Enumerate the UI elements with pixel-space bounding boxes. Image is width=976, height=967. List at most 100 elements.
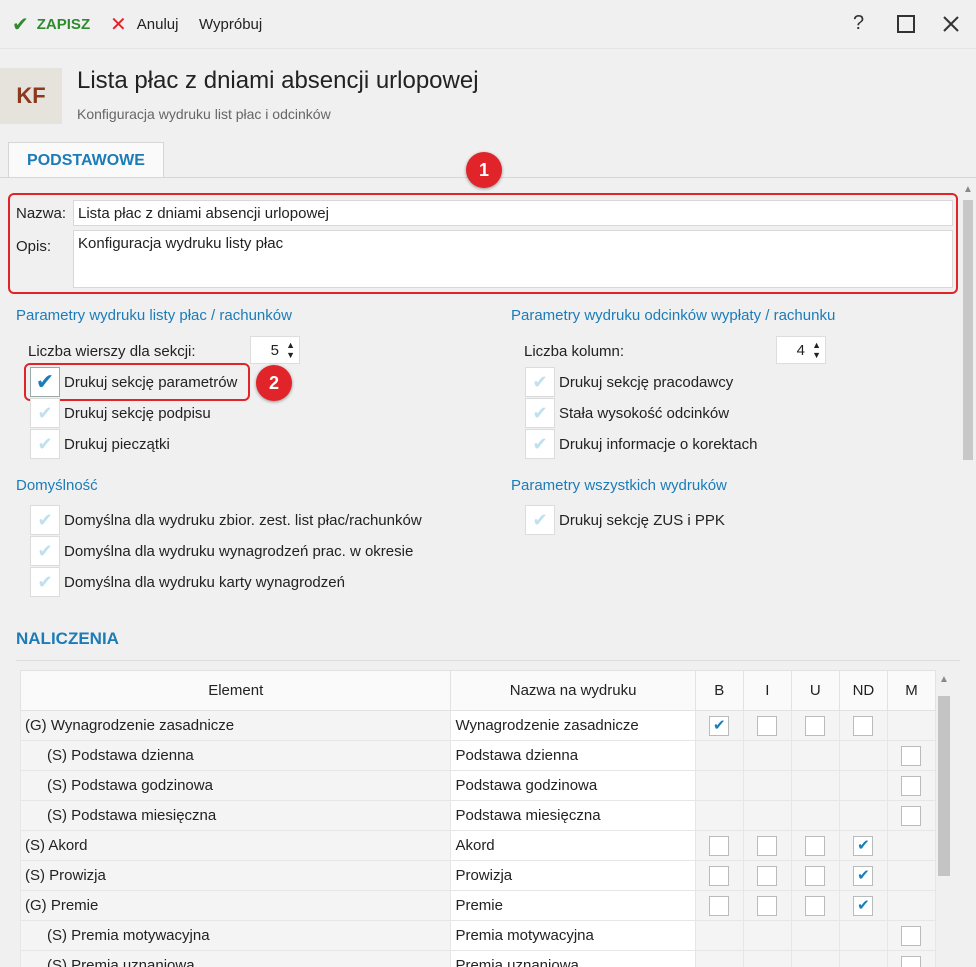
help-button[interactable]: ? [853,12,864,35]
table-header-row: Element Nazwa na wydruku B I U ND M [19,670,937,711]
checkbox-print-corrections[interactable]: ✔ Drukuj informacje o korektach [525,429,757,459]
checkbox-print-signature[interactable]: ✔ Drukuj sekcję podpisu [30,398,211,428]
check-icon[interactable]: ✔ [30,567,60,597]
desc-field[interactable]: Konfiguracja wydruku listy płac [73,230,953,288]
check-icon[interactable]: ✔ [525,398,555,428]
table-row[interactable]: (S) Podstawa godzinowa Podstawa godzinowa [19,770,937,801]
print-name-cell[interactable]: Premia motywacyjna [450,920,696,951]
column-header[interactable]: U [790,670,840,711]
print-name-cell[interactable]: Wynagrodzenie zasadnicze [450,710,696,741]
tab-podstawowe[interactable]: PODSTAWOWE [8,142,164,178]
try-button[interactable]: Wypróbuj [199,13,262,35]
column-header[interactable]: ND [838,670,888,711]
print-name-cell[interactable]: Podstawa miesięczna [450,800,696,831]
scroll-up-icon[interactable]: ▲ [963,184,973,195]
rows-label: Liczba wierszy dla sekcji: [28,343,196,360]
checkbox-icon[interactable] [901,745,922,766]
page-scrollbar[interactable]: ▲ [960,180,976,967]
flag-cell-b [694,920,744,951]
cols-stepper[interactable]: 4 ▲ ▼ [776,336,826,364]
checkbox-print-zus[interactable]: ✔ Drukuj sekcję ZUS i PPK [525,505,725,535]
table-row[interactable]: (S) Akord Akord ✔ [19,830,937,861]
section-title-all-prints: Parametry wszystkich wydruków [511,477,727,494]
check-icon[interactable]: ✔ [30,367,60,397]
check-icon[interactable]: ✔ [525,429,555,459]
print-name-cell[interactable]: Akord [450,830,696,861]
element-cell: (G) Wynagrodzenie zasadnicze [19,710,452,741]
cancel-button[interactable]: ✕ Anuluj [110,13,178,36]
checkbox-icon[interactable] [805,865,826,886]
checkbox-icon[interactable] [805,715,826,736]
table-scrollbar[interactable]: ▲ [936,670,952,967]
table-row[interactable]: (S) Premia motywacyjna Premia motywacyjna [19,920,937,951]
table-row[interactable]: (S) Podstawa miesięczna Podstawa miesięcz… [19,800,937,831]
maximize-icon[interactable] [897,12,915,39]
table-row[interactable]: (G) Premie Premie ✔ [19,890,937,921]
window-close-icon[interactable] [942,12,960,39]
column-header[interactable]: Element [19,670,452,711]
checkbox-icon[interactable] [709,895,730,916]
print-name-cell[interactable]: Podstawa dzienna [450,740,696,771]
checkbox-print-params[interactable]: ✔ Drukuj sekcję parametrów [30,367,237,397]
checkbox-icon[interactable] [757,865,778,886]
checkbox-icon[interactable] [709,865,730,886]
print-name-cell[interactable]: Premie [450,890,696,921]
check-icon[interactable]: ✔ [30,536,60,566]
page-scrollbar-thumb[interactable] [963,200,973,460]
rows-stepper[interactable]: 5 ▲ ▼ [250,336,300,364]
checkbox-icon[interactable] [901,955,922,967]
checkbox-label: Drukuj sekcję pracodawcy [559,373,734,391]
flag-cell-u [790,830,840,861]
checkbox-icon[interactable] [853,715,874,736]
checkbox-icon[interactable] [901,775,922,796]
stepper-arrows-icon[interactable]: ▲ ▼ [812,340,821,360]
table-row[interactable]: (S) Premia uznaniowa Premia uznaniowa [19,950,937,967]
flag-cell-m [886,890,937,921]
stepper-arrows-icon[interactable]: ▲ ▼ [286,340,295,360]
checked-checkbox-icon[interactable]: ✔ [853,835,874,856]
checked-checkbox-icon[interactable]: ✔ [853,895,874,916]
checkbox-icon[interactable] [805,835,826,856]
checkbox-icon[interactable] [901,925,922,946]
print-name-cell[interactable]: Podstawa godzinowa [450,770,696,801]
name-field[interactable]: Lista płac z dniami absencji urlopowej [73,200,953,226]
checkbox-label: Domyślna dla wydruku wynagrodzeń prac. w… [64,542,414,560]
scroll-up-icon[interactable]: ▲ [939,674,949,685]
form-badge: KF [0,68,62,124]
flag-cell-m [886,710,937,741]
checked-checkbox-icon[interactable]: ✔ [853,865,874,886]
table-scrollbar-thumb[interactable] [938,696,950,876]
checkbox-label: Drukuj informacje o korektach [559,435,758,453]
checkbox-fixed-height[interactable]: ✔ Stała wysokość odcinków [525,398,729,428]
checkbox-icon[interactable] [901,805,922,826]
checkbox-default-card[interactable]: ✔ Domyślna dla wydruku karty wynagrodzeń [30,567,345,597]
flag-cell-u [790,950,840,967]
column-header[interactable]: Nazwa na wydruku [450,670,696,711]
checkbox-icon[interactable] [805,895,826,916]
print-name-cell[interactable]: Premia uznaniowa [450,950,696,967]
column-header[interactable]: B [694,670,744,711]
checkbox-default-period[interactable]: ✔ Domyślna dla wydruku wynagrodzeń prac.… [30,536,413,566]
column-header[interactable]: M [886,670,937,711]
checkbox-default-collective[interactable]: ✔ Domyślna dla wydruku zbior. zest. list… [30,505,422,535]
check-icon[interactable]: ✔ [30,505,60,535]
checkbox-icon[interactable] [757,895,778,916]
check-icon[interactable]: ✔ [30,429,60,459]
checkbox-icon[interactable] [757,835,778,856]
table-row[interactable]: (G) Wynagrodzenie zasadnicze Wynagrodzeni… [19,710,937,741]
column-header[interactable]: I [742,670,792,711]
save-button[interactable]: ✔ ZAPISZ [12,13,90,36]
element-cell: (S) Podstawa dzienna [19,740,452,771]
check-icon[interactable]: ✔ [30,398,60,428]
checkbox-print-employer[interactable]: ✔ Drukuj sekcję pracodawcy [525,367,733,397]
checked-checkbox-icon[interactable]: ✔ [709,715,730,736]
check-icon[interactable]: ✔ [525,505,555,535]
checkbox-icon[interactable] [757,715,778,736]
flag-cell-nd [838,710,888,741]
checkbox-icon[interactable] [709,835,730,856]
print-name-cell[interactable]: Prowizja [450,860,696,891]
check-icon[interactable]: ✔ [525,367,555,397]
table-row[interactable]: (S) Prowizja Prowizja ✔ [19,860,937,891]
table-row[interactable]: (S) Podstawa dzienna Podstawa dzienna [19,740,937,771]
checkbox-print-stamps[interactable]: ✔ Drukuj pieczątki [30,429,170,459]
